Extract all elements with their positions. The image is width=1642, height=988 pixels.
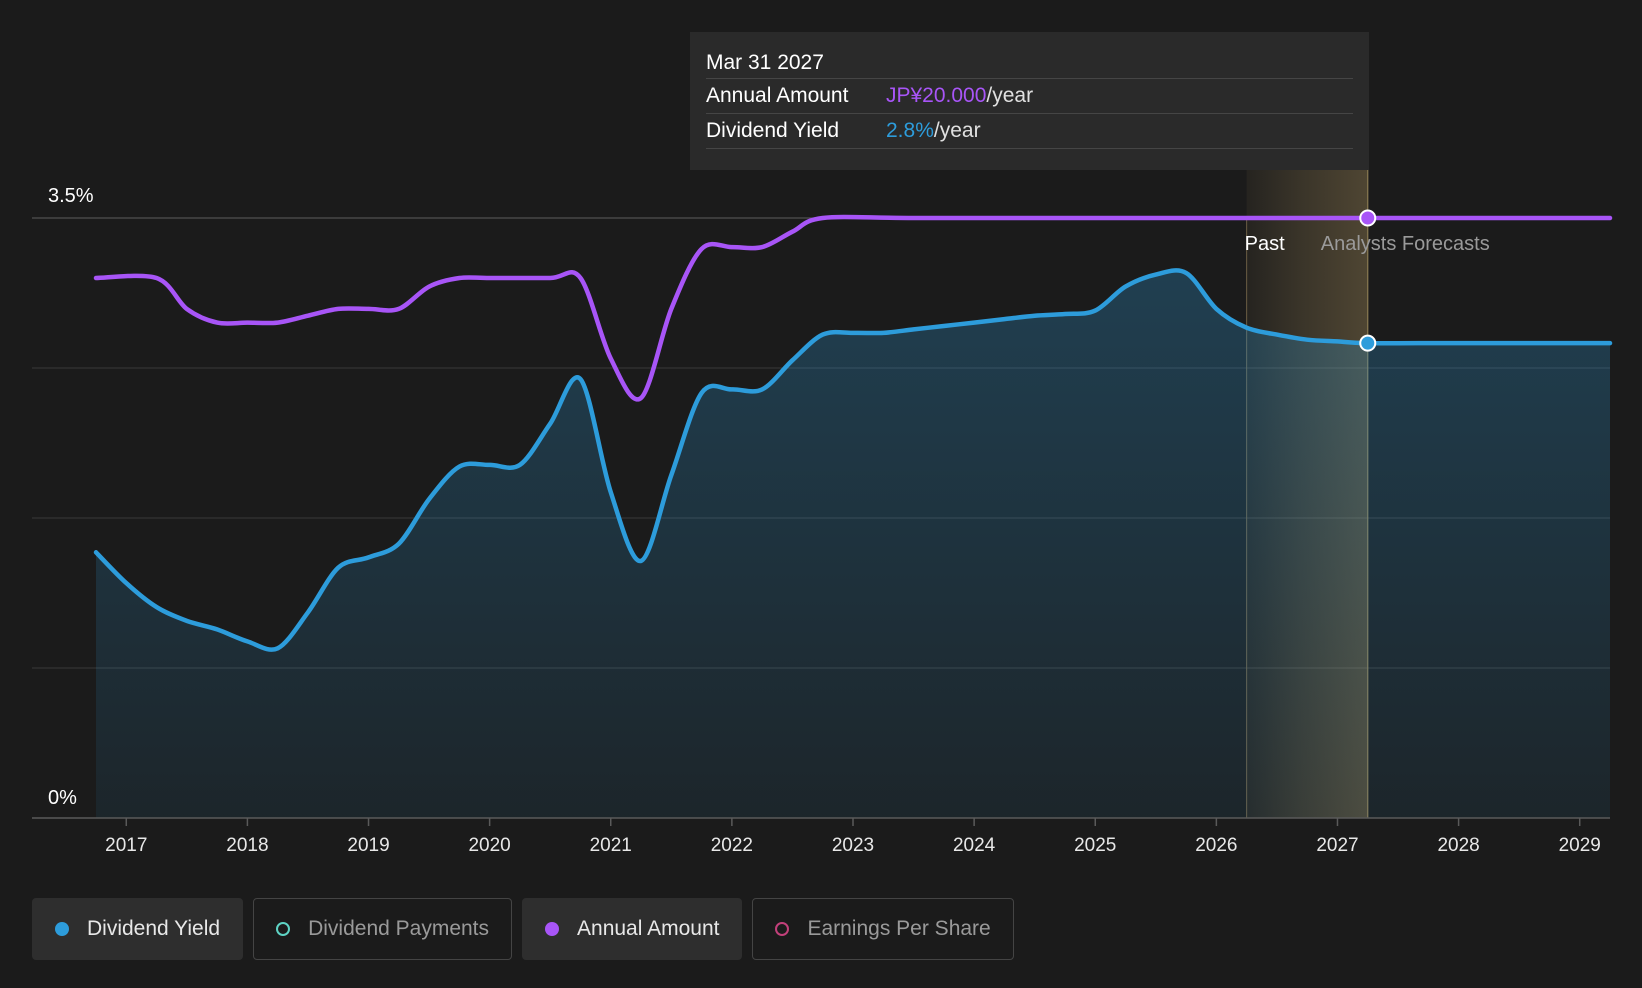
legend-label: Earnings Per Share xyxy=(807,917,991,940)
legend-label: Dividend Yield xyxy=(87,917,221,940)
dividend-yield-highlight-point xyxy=(1359,334,1377,352)
legend-earnings-per-share[interactable]: Earnings Per Share xyxy=(752,898,1014,960)
annual-amount-highlight-point xyxy=(1359,209,1377,227)
legend-label: Dividend Payments xyxy=(308,917,490,940)
legend-label: Annual Amount xyxy=(577,917,720,940)
x-tick-label: 2024 xyxy=(953,835,996,856)
tooltip-label: Annual Amount xyxy=(706,84,849,107)
x-tick-label: 2017 xyxy=(105,835,147,856)
x-tick-label: 2018 xyxy=(226,835,268,856)
legend-dot-icon xyxy=(545,922,560,936)
legend-ring-icon xyxy=(276,922,291,936)
chart-legend: Dividend Yield Dividend Payments Annual … xyxy=(32,898,1014,960)
y-label-min: 0% xyxy=(48,787,77,809)
analysts-forecasts-label: Analysts Forecasts xyxy=(1321,233,1490,255)
chart-tooltip: Mar 31 2027 Annual Amount JP¥20.000 /yea… xyxy=(690,32,1369,170)
legend-dividend-yield[interactable]: Dividend Yield xyxy=(32,898,244,960)
x-tick-label: 2019 xyxy=(347,835,389,856)
tooltip-unit: /year xyxy=(933,119,981,142)
x-tick-label: 2028 xyxy=(1437,835,1479,856)
x-tick-label: 2020 xyxy=(468,835,510,856)
legend-dot-icon xyxy=(55,922,69,936)
series-layer xyxy=(93,209,1613,818)
tooltip-label: Dividend Yield xyxy=(706,119,840,142)
dividend-yield-area xyxy=(96,270,1610,818)
legend-annual-amount[interactable]: Annual Amount xyxy=(522,898,743,960)
legend-dividend-payments[interactable]: Dividend Payments xyxy=(253,898,513,960)
tooltip-value: JP¥20.000 xyxy=(886,84,987,107)
y-label-max: 3.5% xyxy=(48,185,94,207)
tooltip-unit: /year xyxy=(986,84,1034,107)
x-tick-label: 2025 xyxy=(1074,835,1116,856)
x-tick-label: 2027 xyxy=(1316,835,1358,856)
x-tick-label: 2021 xyxy=(590,835,632,856)
x-tick-label: 2029 xyxy=(1559,835,1601,856)
tooltip-value: 2.8% xyxy=(886,119,934,142)
past-label: Past xyxy=(1245,233,1285,255)
x-tick-label: 2026 xyxy=(1195,835,1237,856)
x-tick-label: 2022 xyxy=(711,835,753,856)
x-tick-label: 2023 xyxy=(832,835,874,856)
tooltip-row-dividend-yield: Dividend Yield 2.8% /year xyxy=(706,114,1353,149)
tooltip-date: Mar 31 2027 xyxy=(706,48,1353,79)
x-axis: 2017 2018 2019 2020 2021 2022 2023 2024 2025 2026… xyxy=(32,817,1610,856)
legend-ring-icon xyxy=(775,922,790,936)
tooltip-row-annual-amount: Annual Amount JP¥20.000 /year xyxy=(706,79,1353,114)
